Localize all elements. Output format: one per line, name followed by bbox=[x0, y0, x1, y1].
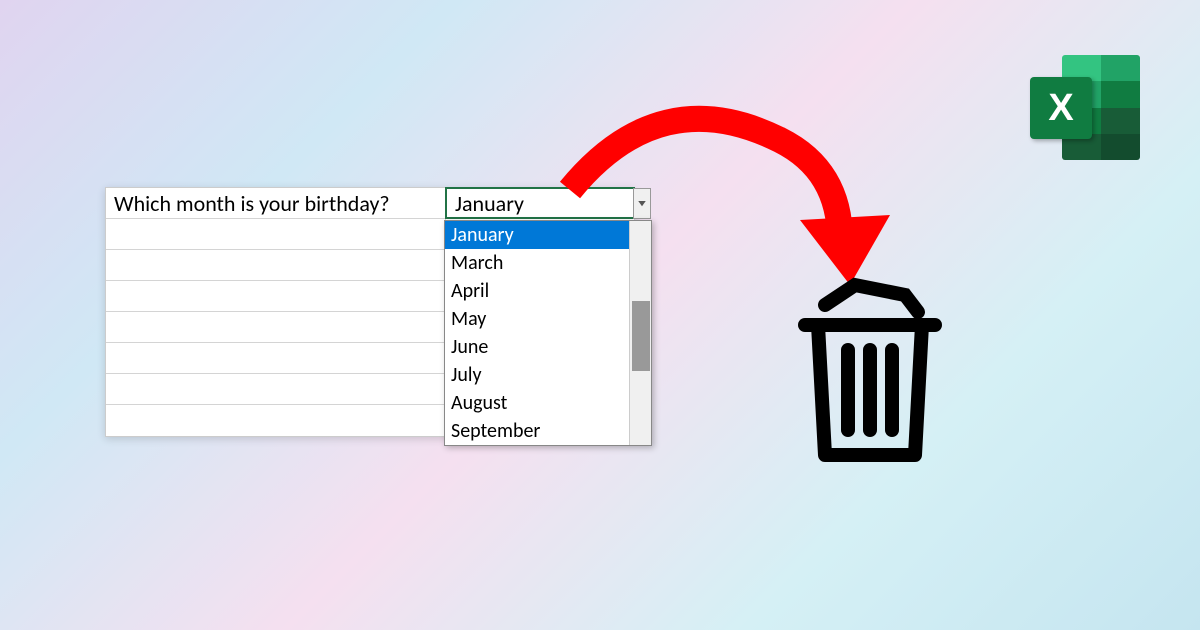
dropdown-item[interactable]: July bbox=[445, 361, 629, 389]
scrollbar-thumb[interactable] bbox=[632, 301, 650, 371]
excel-logo-letter: X bbox=[1048, 87, 1073, 130]
excel-logo-icon: X bbox=[1030, 55, 1140, 160]
trash-icon bbox=[790, 270, 950, 470]
dropdown-item[interactable]: September bbox=[445, 417, 629, 445]
question-cell[interactable]: Which month is your birthday? bbox=[106, 188, 446, 218]
dropdown-item[interactable]: August bbox=[445, 389, 629, 417]
dropdown-item[interactable]: May bbox=[445, 305, 629, 333]
selected-value: January bbox=[455, 190, 524, 217]
dropdown-item[interactable]: June bbox=[445, 333, 629, 361]
